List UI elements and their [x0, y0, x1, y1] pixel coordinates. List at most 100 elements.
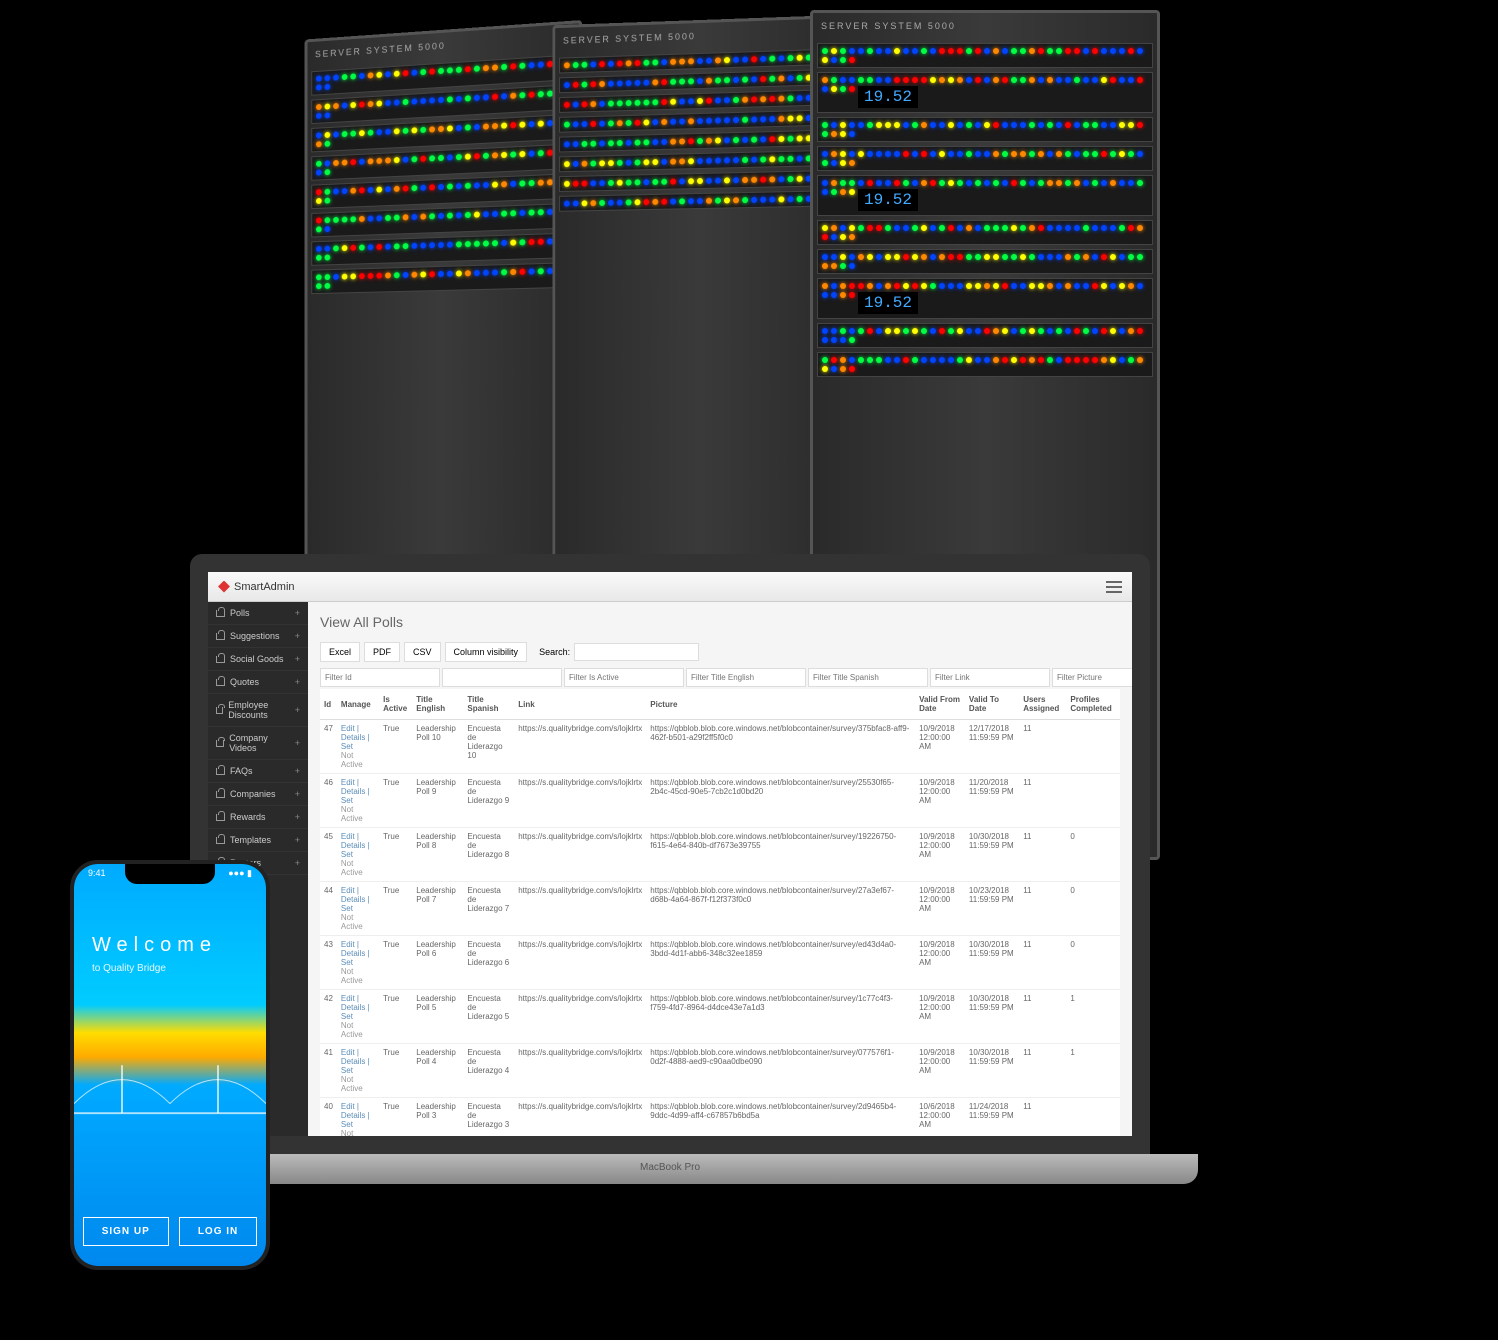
login-button[interactable]: LOG IN [179, 1217, 257, 1246]
led-indicator [831, 357, 837, 363]
column-header[interactable]: Picture [646, 689, 915, 720]
manage-links[interactable]: Edit | Details | Set [341, 886, 370, 913]
cart-icon [216, 791, 225, 798]
column-header[interactable]: Manage [337, 689, 379, 720]
led-indicator [760, 156, 766, 162]
manage-links[interactable]: Edit | Details | Set [341, 1102, 370, 1129]
led-indicator [831, 151, 837, 157]
led-indicator [867, 77, 873, 83]
filter-active[interactable] [564, 668, 684, 687]
led-indicator [492, 123, 498, 129]
led-indicator [325, 198, 331, 204]
led-indicator [706, 78, 712, 84]
signup-button[interactable]: SIGN UP [83, 1217, 169, 1246]
led-indicator [1011, 357, 1017, 363]
manage-links[interactable]: Edit | Details | Set [341, 778, 370, 805]
column-header[interactable]: Id [320, 689, 337, 720]
filter-link[interactable] [930, 668, 1050, 687]
pdf-button[interactable]: PDF [364, 642, 400, 662]
led-indicator [411, 69, 417, 75]
led-indicator [626, 120, 632, 126]
manage-not-active[interactable]: Not Active [341, 967, 375, 985]
column-header[interactable]: Users Assigned [1019, 689, 1066, 720]
cell-title-en: Leadership Poll 3 [412, 1098, 463, 1137]
led-indicator [474, 211, 480, 217]
led-indicator [420, 127, 426, 133]
column-header[interactable]: Title English [412, 689, 463, 720]
manage-links[interactable]: Edit | Details | Set [341, 1048, 370, 1075]
manage-not-active[interactable]: Not Active [341, 859, 375, 877]
filter-id[interactable] [320, 668, 440, 687]
led-indicator [519, 63, 525, 69]
manage-links[interactable]: Edit | Details | Set [341, 724, 370, 751]
led-indicator [465, 212, 471, 218]
led-indicator [456, 96, 462, 102]
led-indicator [921, 254, 927, 260]
led-indicator [912, 254, 918, 260]
cell-picture: https://qbblob.blob.core.windows.net/blo… [646, 1044, 915, 1098]
manage-not-active[interactable]: Not Active [341, 751, 375, 769]
filter-manage[interactable] [442, 668, 562, 687]
column-header[interactable]: Is Active [379, 689, 412, 720]
led-indicator [350, 273, 356, 279]
manage-links[interactable]: Edit | Details | Set [341, 832, 370, 859]
sidebar-item-templates[interactable]: Templates+ [208, 829, 308, 852]
filter-title-es[interactable] [808, 668, 928, 687]
excel-button[interactable]: Excel [320, 642, 360, 662]
sidebar-item-polls[interactable]: Polls+ [208, 602, 308, 625]
manage-links[interactable]: Edit | Details | Set [341, 994, 370, 1021]
led-indicator [742, 97, 748, 103]
led-indicator [1038, 180, 1044, 186]
column-header[interactable]: Link [514, 689, 646, 720]
led-indicator [760, 56, 766, 62]
led-indicator [831, 337, 837, 343]
column-visibility-button[interactable]: Column visibility [445, 642, 528, 662]
sidebar-item-suggestions[interactable]: Suggestions+ [208, 625, 308, 648]
column-header[interactable]: Valid From Date [915, 689, 965, 720]
led-indicator [411, 98, 417, 104]
led-indicator [930, 283, 936, 289]
led-indicator [1137, 283, 1143, 289]
admin-header: SmartAdmin [208, 572, 1132, 602]
sidebar-item-companies[interactable]: Companies+ [208, 783, 308, 806]
filter-picture[interactable] [1052, 668, 1132, 687]
csv-button[interactable]: CSV [404, 642, 441, 662]
table-row: 46Edit | Details | SetNot ActiveTrueLead… [320, 774, 1120, 828]
cell-active: True [379, 882, 412, 936]
sidebar-item-employee-discounts[interactable]: Employee Discounts+ [208, 694, 308, 727]
sidebar-item-social-goods[interactable]: Social Goods+ [208, 648, 308, 671]
led-indicator [822, 328, 828, 334]
led-indicator [420, 98, 426, 104]
led-indicator [867, 283, 873, 289]
manage-not-active[interactable]: Not Active [341, 1075, 375, 1093]
led-indicator [778, 196, 784, 202]
manage-links[interactable]: Edit | Details | Set [341, 940, 370, 967]
column-header[interactable]: Valid To Date [965, 689, 1019, 720]
manage-not-active[interactable]: Not Active [341, 805, 375, 823]
led-indicator [867, 328, 873, 334]
led-indicator [376, 244, 382, 250]
search-input[interactable] [574, 643, 699, 661]
led-indicator [939, 254, 945, 260]
sidebar-item-company-videos[interactable]: Company Videos+ [208, 727, 308, 760]
sidebar-item-faqs[interactable]: FAQs+ [208, 760, 308, 783]
sidebar-item-quotes[interactable]: Quotes+ [208, 671, 308, 694]
led-indicator [1020, 254, 1026, 260]
column-header[interactable]: Title Spanish [463, 689, 514, 720]
led-indicator [921, 225, 927, 231]
manage-not-active[interactable]: Not Active [341, 913, 375, 931]
led-indicator [885, 357, 891, 363]
filter-title-en[interactable] [686, 668, 806, 687]
led-indicator [316, 198, 322, 204]
sidebar-item-rewards[interactable]: Rewards+ [208, 806, 308, 829]
menu-toggle-icon[interactable] [1106, 581, 1122, 593]
led-indicator [333, 74, 339, 80]
led-indicator [635, 159, 641, 165]
led-indicator [626, 160, 632, 166]
led-indicator [930, 122, 936, 128]
manage-not-active[interactable]: Not Active [341, 1129, 375, 1136]
plus-icon: + [295, 812, 300, 822]
led-indicator [465, 95, 471, 101]
column-header[interactable]: Profiles Completed [1066, 689, 1120, 720]
manage-not-active[interactable]: Not Active [341, 1021, 375, 1039]
